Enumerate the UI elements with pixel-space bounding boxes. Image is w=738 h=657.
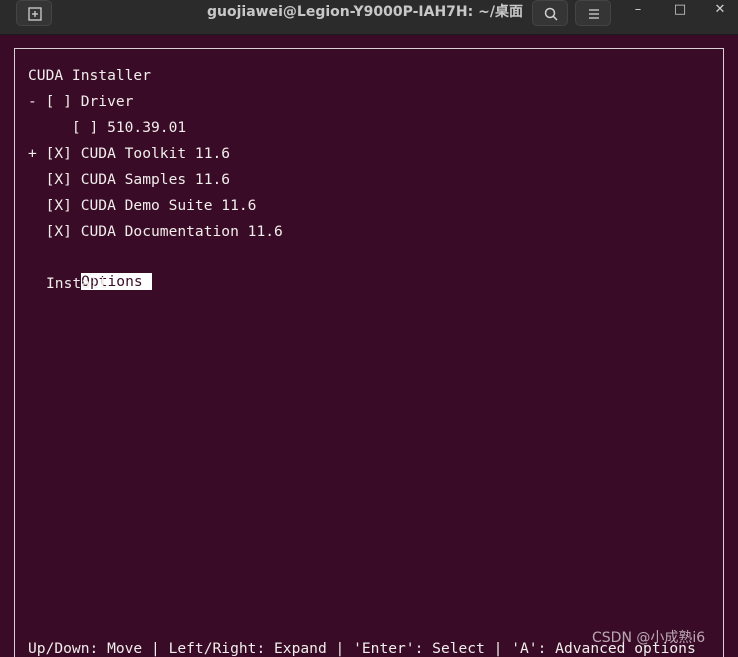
option-cuda-demo-suite[interactable]: [X] CUDA Demo Suite 11.6 (28, 194, 257, 218)
installer-title: CUDA Installer (28, 67, 152, 84)
option-driver-version[interactable]: [ ] 510.39.01 (28, 116, 186, 140)
maximize-button[interactable]: □ (666, 0, 694, 22)
option-cuda-toolkit[interactable]: + [X] CUDA Toolkit 11.6 (28, 142, 230, 166)
options-menu-item[interactable]: Options (46, 246, 152, 290)
close-button[interactable]: ✕ (706, 0, 734, 22)
new-tab-button[interactable] (16, 0, 52, 26)
option-driver[interactable]: - [ ] Driver (28, 90, 133, 114)
terminal-area[interactable]: CUDA Installer - [ ] Driver [ ] 510.39.0… (0, 35, 738, 657)
search-icon (544, 7, 558, 21)
option-cuda-samples[interactable]: [X] CUDA Samples 11.6 (28, 168, 231, 192)
install-menu-item[interactable]: Install (46, 272, 108, 296)
option-cuda-documentation[interactable]: [X] CUDA Documentation 11.6 (28, 220, 283, 244)
window-titlebar: guojiawei@Legion-Y9000P-IAH7H: ~/桌面 – □ … (0, 0, 738, 35)
window-title: guojiawei@Legion-Y9000P-IAH7H: ~/桌面 (207, 4, 523, 20)
new-tab-icon (28, 7, 42, 21)
menu-button[interactable] (575, 0, 611, 26)
watermark: CSDN @小成熟i6 (592, 630, 706, 646)
search-button[interactable] (532, 0, 568, 26)
minimize-button[interactable]: – (624, 0, 652, 22)
hamburger-menu-icon (589, 9, 599, 19)
